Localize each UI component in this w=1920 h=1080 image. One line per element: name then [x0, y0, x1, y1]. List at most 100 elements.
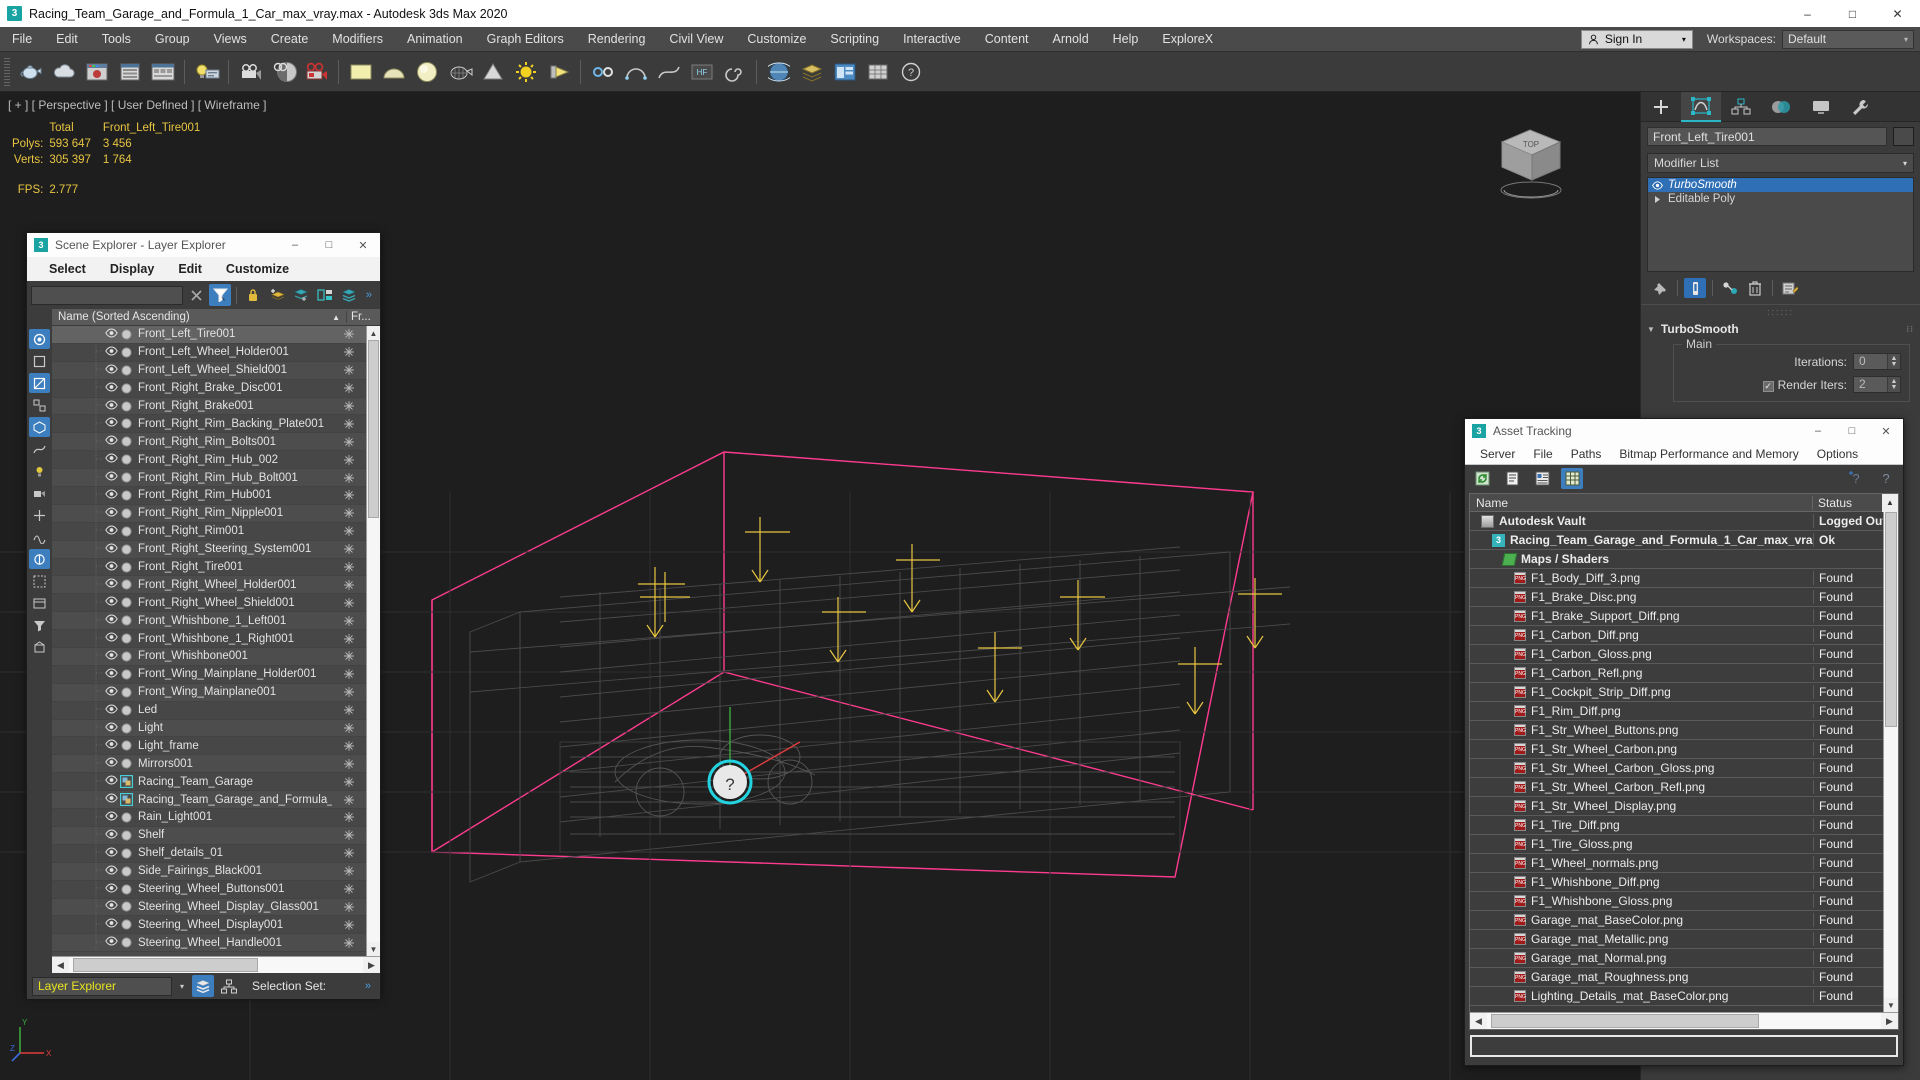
material-editor-icon[interactable]: [268, 56, 299, 87]
menu-item-graph-editors[interactable]: Graph Editors: [475, 27, 576, 52]
object-color-swatch[interactable]: [1893, 127, 1914, 146]
object-color-dot-icon[interactable]: [118, 812, 134, 823]
asset-tracking-row[interactable]: F1_Rim_Diff.png Found: [1470, 702, 1883, 721]
maximize-button[interactable]: □: [312, 233, 346, 257]
select-layer-objects-icon[interactable]: [314, 284, 336, 306]
menu-item-explorex[interactable]: ExploreX: [1150, 27, 1225, 52]
scene-explorer-row[interactable]: Front_Whishbone_1_Right001: [52, 628, 366, 649]
object-color-dot-icon[interactable]: [118, 579, 134, 591]
asset-tracking-row[interactable]: F1_Str_Wheel_Carbon.png Found: [1470, 740, 1883, 759]
asset-tracking-row[interactable]: F1_Str_Wheel_Carbon_Refl.png Found: [1470, 778, 1883, 797]
scene-explorer-row[interactable]: Front_Left_Wheel_Shield001: [52, 360, 366, 380]
se-menu-item-edit[interactable]: Edit: [166, 257, 214, 281]
visibility-eye-icon[interactable]: [104, 686, 118, 699]
footer-overflow-icon[interactable]: »: [365, 980, 375, 992]
se-menu-item-select[interactable]: Select: [37, 257, 98, 281]
scene-explorer-row[interactable]: Front_Right_Rim_Hub_Bolt001: [52, 467, 366, 488]
visibility-eye-icon[interactable]: [104, 757, 118, 770]
render-iters-spinner[interactable]: 2 ▲ ▼: [1853, 376, 1901, 393]
menu-item-views[interactable]: Views: [202, 27, 259, 52]
minimize-button[interactable]: –: [1785, 0, 1830, 27]
at-menu-item-bitmap-performance-and-memory[interactable]: Bitmap Performance and Memory: [1610, 443, 1807, 465]
scene-explorer-row[interactable]: Front_Left_Tire001: [52, 326, 366, 344]
toolbar-grip[interactable]: [4, 57, 10, 86]
asset-tracking-row[interactable]: Garage_mat_Roughness.png Found: [1470, 968, 1883, 987]
asset-tracking-column-header[interactable]: Name Status ▲: [1470, 494, 1898, 512]
scrollbar-track[interactable]: [367, 340, 380, 942]
render-setup-icon[interactable]: [81, 56, 112, 87]
se-menu-item-display[interactable]: Display: [98, 257, 166, 281]
object-color-dot-icon[interactable]: [118, 544, 134, 555]
freeze-toggle-icon[interactable]: [332, 758, 366, 769]
scene-explorer-row[interactable]: Steering_Wheel_Display001: [52, 914, 366, 935]
lock-icon[interactable]: [242, 284, 264, 306]
visibility-eye-icon[interactable]: [104, 918, 118, 931]
asset-tracking-row[interactable]: F1_Str_Wheel_Carbon_Gloss.png Found: [1470, 759, 1883, 778]
light-lister-icon[interactable]: [191, 56, 222, 87]
help-icon[interactable]: ?: [1875, 468, 1897, 489]
asset-tracking-row[interactable]: F1_Brake_Disc.png Found: [1470, 588, 1883, 607]
spiral-icon[interactable]: [719, 56, 750, 87]
scene-explorer-row[interactable]: Front_Whishbone001: [52, 646, 366, 666]
spot-light-icon[interactable]: [543, 56, 574, 87]
scrollbar-thumb[interactable]: [1491, 1014, 1759, 1028]
scene-explorer-icon[interactable]: [829, 56, 860, 87]
display-cameras-icon[interactable]: [29, 483, 50, 503]
menu-item-file[interactable]: File: [0, 27, 44, 52]
scene-explorer-row[interactable]: Front_Right_Steering_System001: [52, 539, 366, 559]
display-shapes-icon[interactable]: [29, 439, 50, 459]
scene-explorer-row[interactable]: Light: [52, 718, 366, 738]
at-menu-item-server[interactable]: Server: [1471, 443, 1524, 465]
curve-icon[interactable]: [653, 56, 684, 87]
visibility-eye-icon[interactable]: [104, 435, 118, 448]
freeze-toggle-icon[interactable]: [332, 794, 366, 805]
select-none-icon[interactable]: [29, 351, 50, 371]
globe-icon[interactable]: [763, 56, 794, 87]
select-children-icon[interactable]: [29, 395, 50, 415]
hf-icon[interactable]: HF: [686, 56, 717, 87]
search-input[interactable]: [31, 285, 183, 305]
scrollbar-thumb[interactable]: [368, 340, 379, 518]
display-space-warps-icon[interactable]: [29, 527, 50, 547]
help-add-icon[interactable]: ?: [1845, 468, 1867, 489]
scroll-down-icon[interactable]: ▼: [1884, 998, 1898, 1012]
scene-explorer-row[interactable]: Steering_Wheel_Handle001: [52, 932, 366, 953]
asset-tracking-row[interactable]: F1_Str_Wheel_Display.png Found: [1470, 797, 1883, 816]
asset-tracking-row[interactable]: F1_Carbon_Diff.png Found: [1470, 626, 1883, 645]
menu-item-arnold[interactable]: Arnold: [1041, 27, 1101, 52]
modify-tab[interactable]: [1681, 92, 1721, 122]
asset-tracking-row[interactable]: F1_Body_Diff_3.png Found: [1470, 569, 1883, 588]
clear-search-icon[interactable]: [185, 284, 207, 306]
display-helpers-icon[interactable]: [29, 505, 50, 525]
object-color-dot-icon[interactable]: [118, 705, 134, 716]
display-containers-icon[interactable]: [29, 637, 50, 657]
eye-icon[interactable]: [1652, 180, 1663, 191]
object-color-dot-icon[interactable]: [118, 866, 134, 877]
freeze-toggle-icon[interactable]: [332, 901, 366, 912]
object-color-dot-icon[interactable]: [118, 329, 134, 340]
rollout-drag-handle[interactable]: ::::::: [1641, 304, 1920, 317]
modifier-stack-item[interactable]: TurboSmooth: [1648, 178, 1913, 192]
visibility-eye-icon[interactable]: [104, 543, 118, 556]
freeze-toggle-icon[interactable]: [332, 937, 366, 948]
asset-tracking-row[interactable]: F1_Cockpit_Strip_Diff.png Found: [1470, 683, 1883, 702]
object-color-dot-icon[interactable]: [118, 597, 134, 608]
explorer-mode-select[interactable]: Layer Explorer: [32, 976, 172, 996]
visibility-eye-icon[interactable]: [104, 936, 118, 949]
scroll-up-icon[interactable]: ▲: [367, 326, 380, 340]
help-icon[interactable]: ?: [895, 56, 926, 87]
scroll-left-icon[interactable]: ◀: [52, 960, 69, 971]
scene-explorer-row[interactable]: Mirrors001: [52, 753, 366, 774]
detail-view-icon[interactable]: [1531, 468, 1553, 489]
render-frame-icon[interactable]: [114, 56, 145, 87]
freeze-toggle-icon[interactable]: [332, 651, 366, 662]
freeze-toggle-icon[interactable]: [332, 848, 366, 859]
menu-item-create[interactable]: Create: [259, 27, 321, 52]
asset-tracking-vertical-scrollbar[interactable]: ▼: [1883, 512, 1898, 1012]
remove-modifier-icon[interactable]: [1744, 278, 1766, 298]
arc-icon[interactable]: [620, 56, 651, 87]
asset-tracking-row[interactable]: F1_Whishbone_Gloss.png Found: [1470, 892, 1883, 911]
minimize-button[interactable]: –: [1801, 419, 1835, 443]
scene-explorer-row[interactable]: Front_Right_Brake001: [52, 396, 366, 416]
object-color-dot-icon[interactable]: [118, 400, 134, 412]
